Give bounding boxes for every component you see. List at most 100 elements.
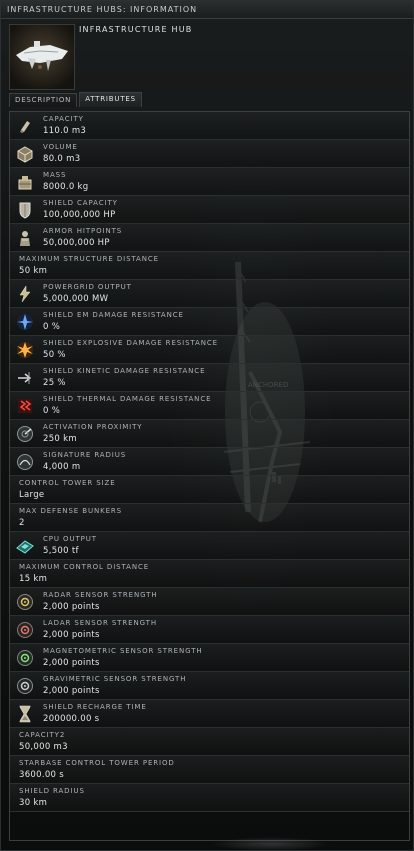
resize-handle[interactable]	[211, 837, 331, 851]
attribute-value: 25 %	[43, 378, 66, 388]
attribute-label: SHIELD THERMAL DAMAGE RESISTANCE	[43, 395, 212, 403]
attribute-row[interactable]: SHIELD EXPLOSIVE DAMAGE RESISTANCE 50 %	[10, 336, 409, 364]
attribute-row[interactable]: LADAR SENSOR STRENGTH 2,000 points	[10, 616, 409, 644]
attribute-row[interactable]: STARBASE CONTROL TOWER PERIOD 3600.00 s	[10, 756, 409, 784]
attribute-row[interactable]: CAPACITY2 50,000 m3	[10, 728, 409, 756]
attribute-row[interactable]: SHIELD RECHARGE TIME 200000.00 s	[10, 700, 409, 728]
attribute-value: 50 km	[19, 266, 48, 276]
attribute-row[interactable]: SHIELD KINETIC DAMAGE RESISTANCE 25 %	[10, 364, 409, 392]
attribute-label: POWERGRID OUTPUT	[43, 283, 132, 291]
attribute-row[interactable]: ACTIVATION PROXIMITY 250 km	[10, 420, 409, 448]
attribute-value: 4,000 m	[43, 462, 81, 472]
attribute-value: 5,500 tf	[43, 546, 79, 556]
attribute-value: 5,000,000 MW	[43, 294, 109, 304]
powergrid-icon	[16, 285, 34, 303]
attribute-value: 3600.00 s	[19, 770, 64, 780]
attribute-row[interactable]: SHIELD THERMAL DAMAGE RESISTANCE 0 %	[10, 392, 409, 420]
attribute-label: LADAR SENSOR STRENGTH	[43, 619, 157, 627]
attribute-row[interactable]: GRAVIMETRIC SENSOR STRENGTH 2,000 points	[10, 672, 409, 700]
attribute-label: CAPACITY	[43, 115, 84, 123]
cpu-icon	[16, 537, 34, 555]
attribute-value: 50 %	[43, 350, 66, 360]
tab-description[interactable]: DESCRIPTION	[9, 93, 78, 107]
signature-icon	[16, 453, 34, 471]
attribute-value: 100,000,000 HP	[43, 210, 116, 220]
item-thumbnail	[9, 24, 75, 90]
attribute-value: 50,000 m3	[19, 742, 68, 752]
volume-icon	[16, 145, 34, 163]
kinetic-resistance-icon	[16, 369, 34, 387]
attribute-row[interactable]: CPU OUTPUT 5,500 tf	[10, 532, 409, 560]
explosive-resistance-icon	[16, 341, 34, 359]
attribute-row[interactable]: SHIELD EM DAMAGE RESISTANCE 0 %	[10, 308, 409, 336]
attribute-list[interactable]: ANCHORED CAPACITY110.0 m3VOLUME80.0 m3MA…	[9, 111, 410, 841]
attribute-row[interactable]: SHIELD CAPACITY 100,000,000 HP	[10, 196, 409, 224]
attribute-rows: CAPACITY 110.0 m3 VOLUME 80.0 m3 MASS 8000.0 …	[10, 112, 409, 812]
capacity-icon	[16, 117, 34, 135]
attribute-value: 15 km	[19, 574, 48, 584]
armor-icon	[16, 229, 34, 247]
attribute-row[interactable]: SHIELD RADIUS 30 km	[10, 784, 409, 812]
radar-sensor-icon	[16, 593, 34, 611]
item-name: INFRASTRUCTURE HUB	[79, 25, 193, 34]
attribute-value: 50,000,000 HP	[43, 238, 110, 248]
attribute-value: 2	[19, 518, 25, 528]
attribute-label: GRAVIMETRIC SENSOR STRENGTH	[43, 675, 187, 683]
attribute-label: ACTIVATION PROXIMITY	[43, 423, 143, 431]
attribute-value: 2,000 points	[43, 630, 100, 640]
attribute-value: 2,000 points	[43, 602, 100, 612]
attribute-row[interactable]: ARMOR HITPOINTS 50,000,000 HP	[10, 224, 409, 252]
attribute-row[interactable]: CONTROL TOWER SIZE Large	[10, 476, 409, 504]
ladar-sensor-icon	[16, 621, 34, 639]
magnetometric-sensor-icon	[16, 649, 34, 667]
attribute-label: RADAR SENSOR STRENGTH	[43, 591, 158, 599]
attribute-label: MAXIMUM CONTROL DISTANCE	[19, 563, 150, 571]
attribute-value: 2,000 points	[43, 658, 100, 668]
attribute-value: 200000.00 s	[43, 714, 100, 724]
attribute-row[interactable]: MAXIMUM STRUCTURE DISTANCE 50 km	[10, 252, 409, 280]
mass-icon	[16, 173, 34, 191]
attribute-label: SHIELD EXPLOSIVE DAMAGE RESISTANCE	[43, 339, 218, 347]
attribute-label: ARMOR HITPOINTS	[43, 227, 123, 235]
attribute-row[interactable]: MAGNETOMETRIC SENSOR STRENGTH 2,000 point…	[10, 644, 409, 672]
attribute-row[interactable]: POWERGRID OUTPUT 5,000,000 MW	[10, 280, 409, 308]
attribute-row[interactable]: RADAR SENSOR STRENGTH 2,000 points	[10, 588, 409, 616]
attribute-value: 250 km	[43, 434, 77, 444]
attribute-label: CAPACITY2	[19, 731, 66, 739]
attribute-value: 0 %	[43, 322, 61, 332]
attribute-row[interactable]: VOLUME 80.0 m3	[10, 140, 409, 168]
attribute-value: 30 km	[19, 798, 48, 808]
hourglass-icon	[16, 705, 34, 723]
attribute-label: SHIELD RECHARGE TIME	[43, 703, 147, 711]
attribute-row[interactable]: CAPACITY 110.0 m3	[10, 112, 409, 140]
attribute-value: 110.0 m3	[43, 126, 87, 136]
item-header: INFRASTRUCTURE HUB	[1, 19, 413, 97]
attribute-value: 8000.0 kg	[43, 182, 89, 192]
attribute-label: STARBASE CONTROL TOWER PERIOD	[19, 759, 175, 767]
tab-attributes[interactable]: ATTRIBUTES	[79, 92, 142, 107]
attribute-label: MAGNETOMETRIC SENSOR STRENGTH	[43, 647, 203, 655]
attribute-label: CONTROL TOWER SIZE	[19, 479, 116, 487]
attribute-value: Large	[19, 490, 45, 500]
attribute-row[interactable]: MAX DEFENSE BUNKERS 2	[10, 504, 409, 532]
thermal-resistance-icon	[16, 397, 34, 415]
attribute-label: SHIELD KINETIC DAMAGE RESISTANCE	[43, 367, 206, 375]
info-window: INFRASTRUCTURE HUBS: INFORMATION INFRAST…	[0, 0, 414, 851]
shield-icon	[16, 201, 34, 219]
tab-bar: DESCRIPTION ATTRIBUTES	[9, 92, 142, 107]
attribute-value: 0 %	[43, 406, 61, 416]
attribute-label: SHIELD CAPACITY	[43, 199, 118, 207]
gravimetric-sensor-icon	[16, 677, 34, 695]
window-title[interactable]: INFRASTRUCTURE HUBS: INFORMATION	[1, 1, 413, 19]
attribute-row[interactable]: SIGNATURE RADIUS 4,000 m	[10, 448, 409, 476]
attribute-label: SHIELD EM DAMAGE RESISTANCE	[43, 311, 184, 319]
attribute-label: SIGNATURE RADIUS	[43, 451, 127, 459]
attribute-label: CPU OUTPUT	[43, 535, 97, 543]
attribute-row[interactable]: MASS 8000.0 kg	[10, 168, 409, 196]
attribute-row[interactable]: MAXIMUM CONTROL DISTANCE 15 km	[10, 560, 409, 588]
attribute-label: MAXIMUM STRUCTURE DISTANCE	[19, 255, 159, 263]
em-resistance-icon	[16, 313, 34, 331]
attribute-label: SHIELD RADIUS	[19, 787, 85, 795]
proximity-icon	[16, 425, 34, 443]
attribute-value: 2,000 points	[43, 686, 100, 696]
